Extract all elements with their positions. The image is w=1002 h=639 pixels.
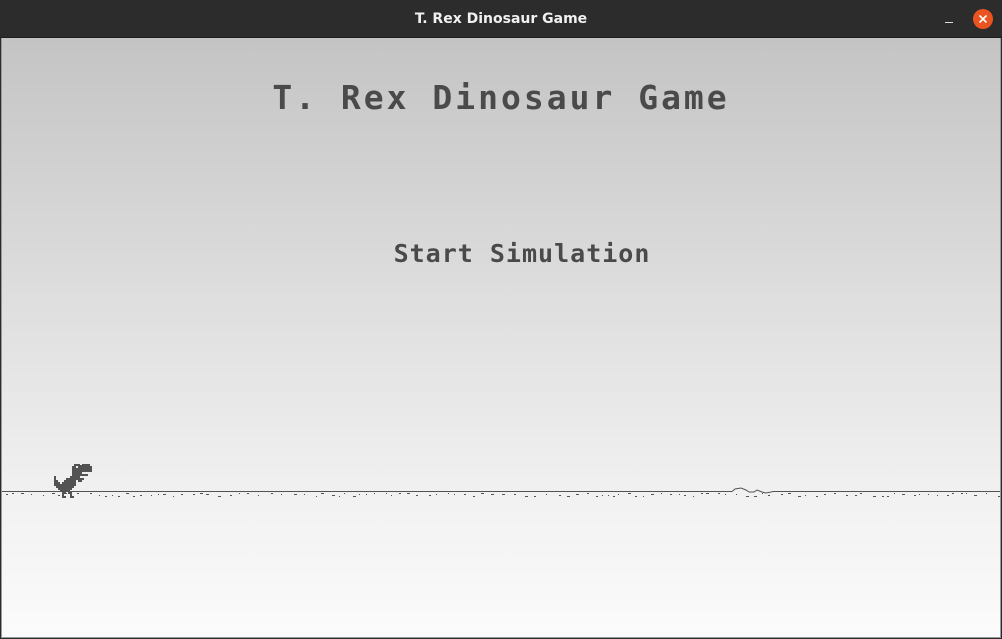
close-button[interactable]	[973, 9, 993, 29]
close-icon	[978, 14, 988, 24]
t-rex-dinosaur-icon	[54, 463, 92, 498]
game-title: T. Rex Dinosaur Game	[272, 78, 730, 117]
titlebar: T. Rex Dinosaur Game	[0, 0, 1002, 38]
window-title: T. Rex Dinosaur Game	[414, 11, 588, 27]
start-simulation-button[interactable]: Start Simulation	[357, 234, 687, 274]
minimize-button[interactable]	[939, 9, 959, 29]
game-canvas[interactable]: T. Rex Dinosaur Game Start Simulation	[1, 38, 1001, 638]
app-window: T. Rex Dinosaur Game T. Rex Dinosaur Gam…	[0, 0, 1002, 639]
ground-track	[2, 487, 1000, 497]
